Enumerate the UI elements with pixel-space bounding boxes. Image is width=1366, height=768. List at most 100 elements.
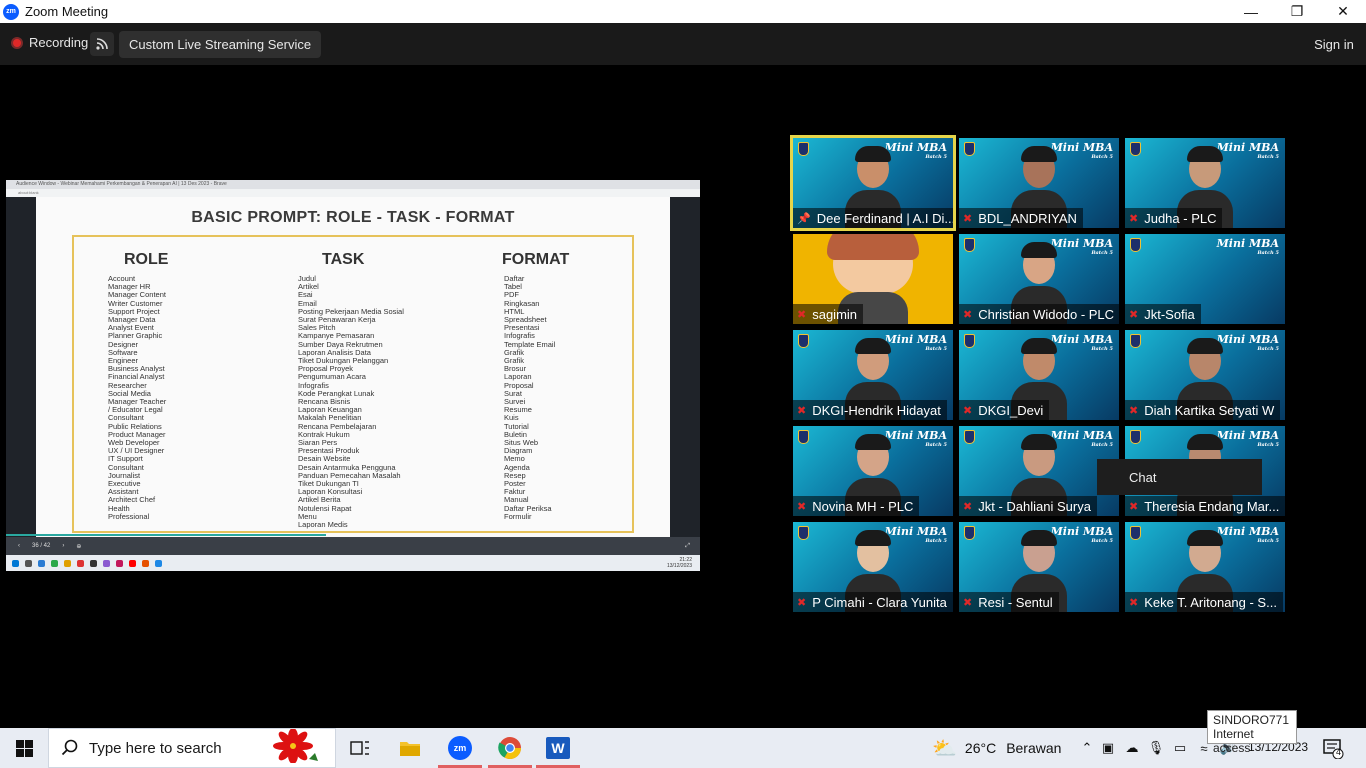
window-titlebar: zm Zoom Meeting — ❐ ✕ <box>0 0 1366 23</box>
participant-tile[interactable]: Mini MBA Batch 5 📌 Dee Ferdinand | A.I Di..… <box>790 135 956 231</box>
participant-name: ✖ Jkt-Sofia <box>1125 304 1201 324</box>
slide-margin-right <box>670 197 700 537</box>
taskbar-search-input[interactable]: Type here to search <box>48 727 336 768</box>
file-explorer-icon[interactable] <box>386 728 434 768</box>
participant-tile[interactable]: Mini MBA Batch 5 ✖ Judha - PLC <box>1125 138 1285 228</box>
remote-start-icon <box>12 559 19 567</box>
meet-now-icon[interactable]: ▣ <box>1096 740 1120 756</box>
maximize-button[interactable]: ❐ <box>1274 0 1320 23</box>
notification-count: 4 <box>1336 747 1342 757</box>
mini-mba-badge-icon <box>964 334 975 348</box>
microphone-icon[interactable]: 🎙 <box>1144 740 1168 756</box>
slide-margin-left <box>6 197 36 537</box>
mini-mba-badge-icon <box>964 526 975 540</box>
mini-mba-badge-icon <box>1130 334 1141 348</box>
weather-widget[interactable]: ⛅ 26°C Berawan <box>932 728 1061 768</box>
participant-tile[interactable]: Mini MBA Batch 5 ✖ Christian Widodo - PLC <box>959 234 1119 324</box>
task-heading: TASK <box>322 251 365 268</box>
battery-icon[interactable]: ▭ <box>1168 740 1192 756</box>
mini-mba-badge-icon <box>1130 526 1141 540</box>
live-stream-icon[interactable] <box>90 32 114 56</box>
remote-date: 13/12/2023 <box>666 563 692 569</box>
mini-mba-badge-icon <box>964 238 975 252</box>
chevron-up-icon[interactable]: ⌃ <box>1078 740 1096 756</box>
task-view-icon[interactable] <box>336 728 384 768</box>
live-streaming-button[interactable]: Custom Live Streaming Service <box>119 31 322 58</box>
slide-list-item: Formulir <box>504 511 532 521</box>
chrome-icon[interactable] <box>486 728 534 768</box>
muted-mic-icon: ✖ <box>1129 596 1139 609</box>
participant-name: ✖ Diah Kartika Setyati W <box>1125 400 1281 420</box>
poinsettia-icon <box>265 727 321 768</box>
prev-slide-icon[interactable]: ‹ <box>18 543 20 549</box>
muted-mic-icon: ✖ <box>963 308 973 321</box>
muted-mic-icon: ✖ <box>1129 404 1139 417</box>
slide-content-frame: ROLE Account Manager HR Manager Content Wri… <box>72 235 634 533</box>
browser-tab-bar: Audience Window - Webinar Memahami Perke… <box>6 180 700 189</box>
participant-tile[interactable]: ✖ sagimin <box>793 234 953 324</box>
format-heading: FORMAT <box>502 251 570 268</box>
window-title: Zoom Meeting <box>25 4 109 19</box>
participant-name: ✖ P Cimahi - Clara Yunita <box>793 592 953 612</box>
participant-tile[interactable]: Mini MBA Batch 5 ✖ Diah Kartika Setyati W <box>1125 330 1285 420</box>
next-slide-icon[interactable]: › <box>62 543 64 549</box>
search-placeholder: Type here to search <box>89 739 222 757</box>
minimize-button[interactable]: — <box>1228 0 1274 23</box>
start-button[interactable] <box>0 728 48 768</box>
remote-app-icon <box>64 559 71 567</box>
remote-app-icon <box>116 559 123 567</box>
remote-taskbar: 21:22 13/12/2023 <box>6 555 700 571</box>
participant-name: ✖ Resi - Sentul <box>959 592 1059 612</box>
sign-in-button[interactable]: Sign in <box>1310 31 1358 58</box>
mini-mba-badge-icon <box>798 142 809 156</box>
shared-screen: Audience Window - Webinar Memahami Perke… <box>6 180 700 571</box>
participant-tile[interactable]: Mini MBA Batch 5 ✖ P Cimahi - Clara Yunita <box>793 522 953 612</box>
participant-tile[interactable]: Mini MBA Batch 5 ✖ Resi - Sentul <box>959 522 1119 612</box>
participant-tile[interactable]: Mini MBA Batch 5 ✖ Keke T. Aritonang - S... <box>1125 522 1285 612</box>
muted-mic-icon: ✖ <box>797 404 807 417</box>
meeting-topbar: Recording Custom Live Streaming Service … <box>0 23 1366 65</box>
participant-tile[interactable]: Mini MBA Batch 5 ✖ BDL_ANDRIYAN <box>959 138 1119 228</box>
chat-popup-menu[interactable]: Chat <box>1097 459 1262 495</box>
participant-name: ✖ Novina MH - PLC <box>793 496 920 516</box>
close-button[interactable]: ✕ <box>1320 0 1366 23</box>
mini-mba-badge-icon <box>1130 430 1141 444</box>
remote-app-icon <box>103 559 110 567</box>
participant-tile[interactable]: Mini MBA Batch 5 ✖ DKGI-Hendrik Hidayat <box>793 330 953 420</box>
muted-mic-icon: ✖ <box>797 596 807 609</box>
mini-mba-badge-icon <box>964 142 975 156</box>
network-tray-icon[interactable]: ☁ <box>1120 740 1144 756</box>
search-icon <box>61 739 78 756</box>
slide-title: BASIC PROMPT: ROLE - TASK - FORMAT <box>191 209 515 226</box>
weather-cloud-icon: ⛅ <box>932 737 957 760</box>
fullscreen-icon[interactable]: ⤢ <box>685 543 690 550</box>
participant-name: ✖ Theresia Endang Mar... <box>1125 496 1285 516</box>
muted-mic-icon: ✖ <box>797 500 807 513</box>
participant-name: ✖ Christian Widodo - PLC <box>959 304 1119 324</box>
presentation-slide: BASIC PROMPT: ROLE - TASK - FORMAT ROLE … <box>36 197 670 537</box>
format-list: Daftar Tabel PDF Ringkasan HTML Spreadsheet Pr… <box>504 274 569 521</box>
zoom-app-icon[interactable]: zm <box>436 728 484 768</box>
participant-tile[interactable]: Mini MBA Batch 5 ✖ DKGI_Devi <box>959 330 1119 420</box>
remote-app-icon <box>90 559 97 567</box>
task-list: Judul Artikel Esai Email Posting Pekerjaan M… <box>298 274 404 529</box>
notification-center-icon[interactable]: 4 <box>1322 728 1344 768</box>
task-column: TASK Judul Artikel Esai Email Posting Pekerj… <box>298 251 404 529</box>
role-column: ROLE Account Manager HR Manager Content Wri… <box>108 251 168 521</box>
zoom-logo-icon: zm <box>3 3 19 20</box>
zoom-icon[interactable]: ⊕ <box>76 543 81 550</box>
participant-name: ✖ DKGI_Devi <box>959 400 1050 420</box>
participant-name: ✖ Jkt - Dahliani Surya <box>959 496 1097 516</box>
windows-taskbar: Type here to search zm W ⛅ 26°C Berawan … <box>0 727 1366 768</box>
participant-name: ✖ Keke T. Aritonang - S... <box>1125 592 1283 612</box>
participant-tile[interactable]: Mini MBA Batch 5 ✖ Jkt-Sofia <box>1125 234 1285 324</box>
muted-mic-icon: ✖ <box>797 308 807 321</box>
recording-indicator[interactable]: Recording <box>11 35 88 50</box>
remote-search-icon <box>25 559 32 567</box>
mini-mba-badge-icon <box>964 430 975 444</box>
participant-tile[interactable]: Mini MBA Batch 5 ✖ Jkt - Dahliani Surya <box>959 426 1119 516</box>
participant-tile[interactable]: Mini MBA Batch 5 ✖ Novina MH - PLC <box>793 426 953 516</box>
word-icon[interactable]: W <box>534 728 582 768</box>
slide-list-item: Professional <box>108 511 150 521</box>
mini-mba-badge-icon <box>798 334 809 348</box>
